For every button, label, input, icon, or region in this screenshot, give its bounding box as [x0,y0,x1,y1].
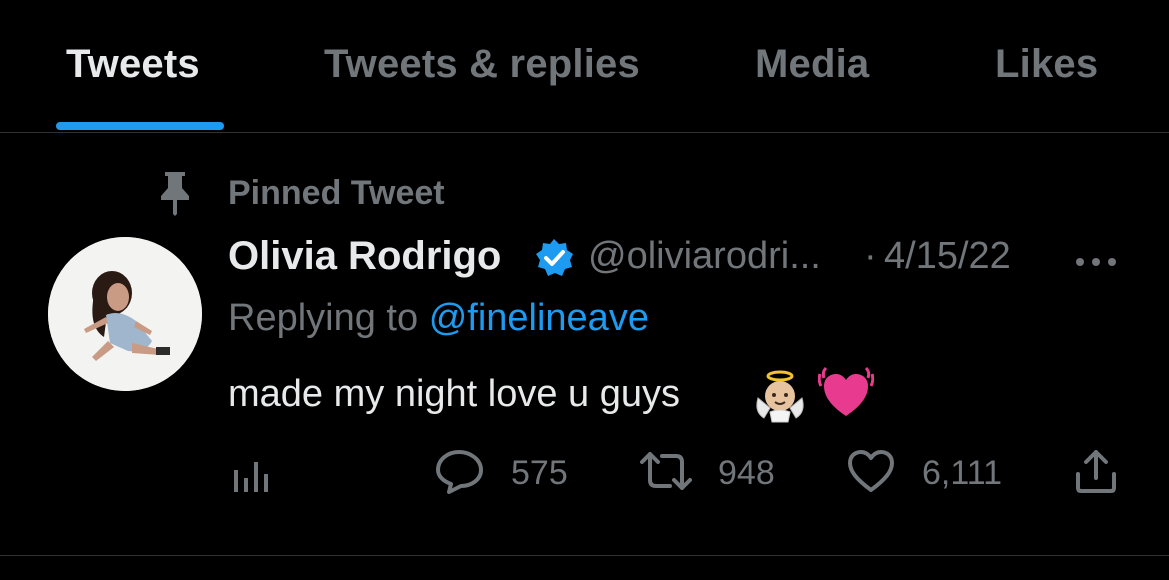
tweet-text: made my night love u guys [228,373,681,415]
share-icon [1076,450,1116,493]
retweet-icon [640,452,692,490]
more-icon[interactable] [1074,256,1118,268]
replying-to: Replying to @finelineave [228,297,649,340]
tweet-divider [0,555,1169,556]
beating-heart-emoji [818,366,874,416]
pinned-tweet-label: Pinned Tweet [228,174,445,212]
reply-icon [436,450,483,494]
active-tab-indicator [56,122,224,130]
tweet-date[interactable]: 4/15/22 [884,235,1011,278]
verified-badge-icon [536,239,573,276]
retweet-count: 948 [718,454,775,492]
reply-count: 575 [511,454,568,492]
baby-angel-emoji [756,370,804,423]
display-name[interactable]: Olivia Rodrigo [228,234,501,279]
user-handle[interactable]: @oliviarodri... [588,235,821,278]
tab-likes[interactable]: Likes [995,42,1098,87]
analytics-icon [234,462,268,492]
replying-to-prefix: Replying to [228,297,419,339]
profile-tabs: Tweets Tweets & replies Media Likes [0,0,1169,133]
avatar-photo [48,237,202,391]
pin-icon [161,172,189,216]
separator-dot: · [864,235,877,277]
like-count: 6,111 [922,454,1003,492]
avatar[interactable] [48,237,202,391]
replying-to-mention[interactable]: @finelineave [429,297,649,339]
tab-tweets-and-replies[interactable]: Tweets & replies [324,42,640,87]
tab-tweets[interactable]: Tweets [66,42,200,87]
like-icon [848,450,894,492]
tab-media[interactable]: Media [755,42,869,87]
